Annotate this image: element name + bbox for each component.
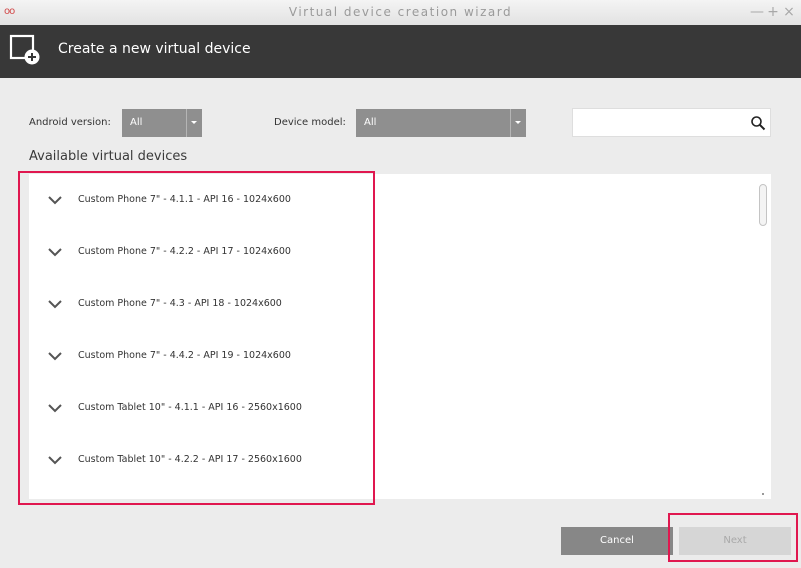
android-version-value: All: [130, 117, 143, 128]
list-item[interactable]: Custom Phone 7" - 4.3 - API 18 - 1024x60…: [29, 278, 369, 330]
device-model-label: Device model:: [274, 117, 346, 128]
chevron-down-icon: [186, 109, 202, 137]
chevron-down-icon[interactable]: [47, 299, 63, 309]
window-titlebar: oo Virtual device creation wizard — + ×: [0, 0, 801, 26]
chevron-down-icon[interactable]: [47, 403, 63, 413]
device-label: Custom Phone 7" - 4.3 - API 18 - 1024x60…: [78, 298, 282, 309]
list-item[interactable]: Custom Tablet 10" - 4.2.2 - API 17 - 256…: [29, 434, 369, 486]
device-label: Custom Phone 7" - 4.1.1 - API 16 - 1024x…: [78, 194, 291, 205]
scrollbar-end-marker: [762, 493, 764, 495]
search-icon[interactable]: [750, 115, 766, 131]
list-item[interactable]: Custom Phone 7" - 4.2.2 - API 17 - 1024x…: [29, 226, 369, 278]
new-device-icon: [9, 34, 40, 65]
minimize-button[interactable]: —: [750, 4, 764, 20]
search-input[interactable]: [572, 108, 771, 137]
wizard-header: Create a new virtual device: [0, 25, 801, 78]
close-button[interactable]: ×: [782, 4, 796, 20]
maximize-button[interactable]: +: [766, 4, 780, 20]
wizard-title: Create a new virtual device: [58, 41, 251, 57]
available-devices-title: Available virtual devices: [29, 149, 188, 164]
chevron-down-icon[interactable]: [47, 455, 63, 465]
chevron-down-icon: [510, 109, 526, 137]
device-list-scrollbar[interactable]: [757, 176, 769, 496]
list-item[interactable]: Custom Phone 7" - 4.4.2 - API 19 - 1024x…: [29, 330, 369, 382]
chevron-down-icon[interactable]: [47, 247, 63, 257]
device-label: Custom Tablet 10" - 4.1.1 - API 16 - 256…: [78, 402, 302, 413]
device-model-select[interactable]: All: [356, 109, 526, 137]
chevron-down-icon[interactable]: [47, 195, 63, 205]
device-list: Custom Phone 7" - 4.1.1 - API 16 - 1024x…: [29, 174, 771, 499]
scrollbar-thumb[interactable]: [759, 184, 767, 226]
device-label: Custom Phone 7" - 4.4.2 - API 19 - 1024x…: [78, 350, 291, 361]
device-label: Custom Phone 7" - 4.2.2 - API 17 - 1024x…: [78, 246, 291, 257]
list-item[interactable]: Custom Phone 7" - 4.1.1 - API 16 - 1024x…: [29, 174, 369, 226]
android-version-label: Android version:: [29, 117, 111, 128]
next-button[interactable]: Next: [679, 527, 791, 555]
window-title: Virtual device creation wizard: [288, 5, 513, 19]
android-version-select[interactable]: All: [122, 109, 202, 137]
list-item[interactable]: Custom Tablet 10" - 4.1.1 - API 16 - 256…: [29, 382, 369, 434]
cancel-button[interactable]: Cancel: [561, 527, 673, 555]
device-label: Custom Tablet 10" - 4.2.2 - API 17 - 256…: [78, 454, 302, 465]
device-model-value: All: [364, 117, 377, 128]
chevron-down-icon[interactable]: [47, 351, 63, 361]
